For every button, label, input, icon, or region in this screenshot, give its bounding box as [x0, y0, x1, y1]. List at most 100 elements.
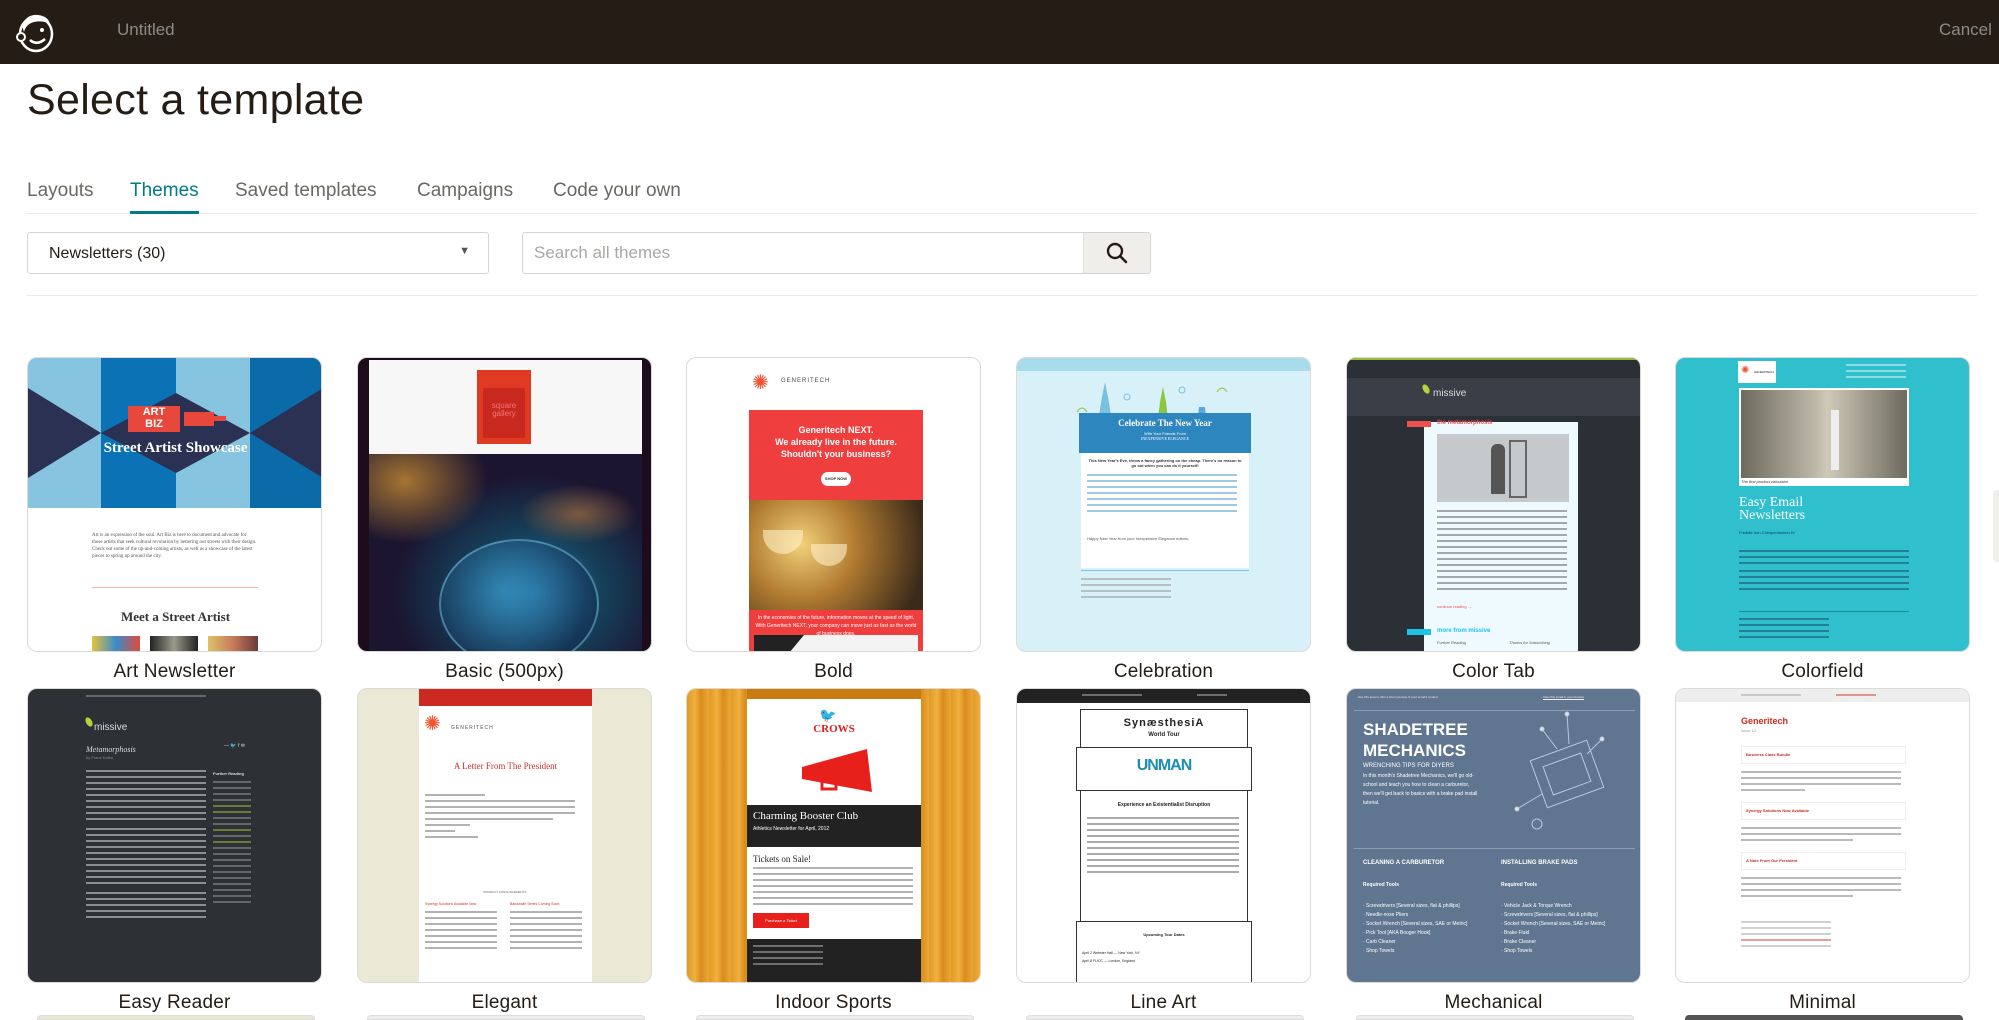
- theme-name: Minimal: [1789, 992, 1856, 1013]
- preview-headline: Easy Email Newsletters: [1739, 495, 1806, 523]
- theme-card-mechanical[interactable]: Use this area to offer a short preview o…: [1346, 688, 1641, 1014]
- theme-card-peek[interactable]: [1026, 1015, 1304, 1020]
- preview-brand: GENERITECH: [451, 725, 494, 731]
- preview-section: Tickets on Sale!: [753, 854, 812, 864]
- preview-band-logo: UNMAN: [1136, 757, 1193, 774]
- tab-themes[interactable]: Themes: [130, 180, 199, 214]
- preview-tool-item: · Pick Tool [AKA Booger Hook]: [1363, 930, 1431, 936]
- search-icon: [1106, 242, 1128, 264]
- illustration-image: [1437, 434, 1569, 502]
- theme-thumbnail[interactable]: ART BIZ Street Artist Showcase Art is an…: [27, 357, 322, 652]
- preview-dates-title: Upcoming Tour Dates: [1143, 932, 1185, 937]
- preview-headline: Metamorphosis: [86, 745, 136, 754]
- engine-diagram-icon: [1514, 711, 1605, 830]
- theme-card-peek[interactable]: [1685, 1015, 1963, 1020]
- logo-text: ART: [142, 406, 166, 418]
- search-input[interactable]: [523, 233, 1084, 273]
- preview-headline: Generitech NEXT. We already live in the …: [775, 425, 897, 459]
- theme-card-peek[interactable]: [367, 1015, 645, 1020]
- theme-thumbnail[interactable]: 🐦 CROWS Charming Booster Club Athletics …: [686, 688, 981, 983]
- theme-card-elegant[interactable]: ✺ GENERITECH A Letter From The President…: [357, 688, 652, 1014]
- theme-thumbnail[interactable]: Generitech Issue 12 Business Class Bundl…: [1675, 688, 1970, 983]
- preview-brand: GENERITECH: [781, 378, 831, 384]
- theme-thumbnail[interactable]: Celebrate The New Year With Your Friends…: [1016, 357, 1311, 652]
- theme-card-peek[interactable]: [37, 1015, 315, 1020]
- preview-section: Synergy Solutions Now Available: [1746, 808, 1810, 813]
- preview-tools-label: Required Tools: [1363, 882, 1400, 888]
- logo-text: BIZ: [145, 418, 163, 430]
- template-tabs: Layouts Themes Saved templates Campaigns…: [27, 176, 1977, 214]
- document-title[interactable]: Untitled: [117, 20, 175, 40]
- champagne-image: [749, 500, 923, 610]
- preview-tool-item: · Shop Towels: [1501, 948, 1533, 954]
- preview-headline: Street Artist Showcase: [103, 440, 248, 456]
- preview-byline: Freddie Von Chimpenheimer IV: [1739, 530, 1795, 535]
- chevron-down-icon: ▼: [459, 245, 470, 257]
- preview-subhead: INEXPENSIVE ELEGANCE: [1140, 436, 1190, 441]
- square-gallery-logo: square gallery: [477, 370, 531, 444]
- theme-card-line-art[interactable]: SynæsthesiA World Tour UNMAN Experience …: [1016, 688, 1311, 1014]
- preview-preheader: Use this area to offer a short preview o…: [1358, 695, 1439, 699]
- tab-saved-templates[interactable]: Saved templates: [235, 180, 377, 214]
- preview-tagline: WRENCHING TIPS FOR DIYERS: [1363, 763, 1454, 769]
- preview-byline: by Franz Kafka: [86, 755, 113, 760]
- theme-card-peek[interactable]: [1356, 1015, 1634, 1020]
- theme-card-color-tab[interactable]: missive the metamorphosis continue readi…: [1346, 357, 1641, 683]
- server-room-photo: [1741, 390, 1907, 478]
- theme-card-bold[interactable]: ✺ GENERITECH Generitech NEXT. We already…: [686, 357, 981, 683]
- preview-tool-item: · Socket Wrench [Several sizes, SAE or M…: [1363, 921, 1468, 927]
- theme-card-celebration[interactable]: Celebrate The New Year With Your Friends…: [1016, 357, 1311, 683]
- cancel-button[interactable]: Cancel: [1939, 20, 1999, 40]
- generitech-logo-icon: ✺: [752, 372, 769, 394]
- section-divider: [27, 295, 1977, 296]
- preview-date: April 8 FLICC — London, England: [1082, 959, 1135, 963]
- tab-campaigns[interactable]: Campaigns: [417, 180, 513, 214]
- preview-headline: Celebrate The New Year: [1118, 418, 1212, 428]
- theme-card-easy-reader[interactable]: missive Metamorphosis by Franz Kafka — 🐦…: [27, 688, 322, 1014]
- scroll-handle[interactable]: [1993, 490, 1999, 562]
- preview-button: SHOP NOW: [821, 472, 851, 486]
- tab-code-your-own[interactable]: Code your own: [553, 180, 681, 214]
- top-bar: Untitled Cancel: [0, 0, 1999, 64]
- megaphone-icon: [802, 749, 872, 792]
- preview-issue: Issue 12: [1741, 728, 1757, 733]
- theme-name: Indoor Sports: [775, 992, 892, 1013]
- theme-card-art-newsletter[interactable]: ART BIZ Street Artist Showcase Art is an…: [27, 357, 322, 683]
- preview-caption: The first product calculator: [1741, 479, 1789, 484]
- generitech-logo-icon: ✺: [424, 713, 441, 735]
- theme-thumbnail[interactable]: missive Metamorphosis by Franz Kafka — 🐦…: [27, 688, 322, 983]
- preview-sidebar-title: Further Reading: [213, 771, 244, 776]
- preview-subhead: Athletics Newsletter for April, 2012: [753, 826, 830, 832]
- preview-tool-item: · Brake Cleaner: [1501, 939, 1537, 945]
- theme-thumbnail[interactable]: ✺ GENERITECH The first product calculato…: [1675, 357, 1970, 652]
- theme-card-indoor-sports[interactable]: 🐦 CROWS Charming Booster Club Athletics …: [686, 688, 981, 1014]
- preview-brand: CROWS: [813, 723, 855, 735]
- preview-section-title: Meet a Street Artist: [120, 609, 231, 624]
- search-button[interactable]: [1083, 233, 1150, 273]
- page-title: Select a template: [27, 76, 365, 124]
- leaf-icon: [83, 716, 95, 728]
- theme-card-colorfield[interactable]: ✺ GENERITECH The first product calculato…: [1675, 357, 1970, 683]
- preview-tool-item: · Carb Cleaner: [1363, 939, 1396, 945]
- theme-thumbnail[interactable]: Use this area to offer a short preview o…: [1346, 688, 1641, 983]
- theme-thumbnail[interactable]: missive the metamorphosis continue readi…: [1346, 357, 1641, 652]
- theme-card-minimal[interactable]: Generitech Issue 12 Business Class Bundl…: [1675, 688, 1970, 1014]
- preview-tool-item: · Socket Wrench [Several sizes, SAE or M…: [1501, 921, 1606, 927]
- theme-card-basic-500px[interactable]: square gallery Basic (500px): [357, 357, 652, 683]
- theme-thumbnail[interactable]: ✺ GENERITECH A Letter From The President…: [357, 688, 652, 983]
- category-select[interactable]: Newsletters (30) ▼: [27, 232, 489, 274]
- theme-thumbnail[interactable]: square gallery: [357, 357, 652, 652]
- preview-tool-item: · Needle-nose Pliers: [1363, 912, 1409, 918]
- mailchimp-logo-icon[interactable]: [12, 8, 60, 56]
- preview-brand: Generitech: [1741, 716, 1789, 726]
- theme-thumbnail[interactable]: ✺ GENERITECH Generitech NEXT. We already…: [686, 357, 981, 652]
- preview-date: April 2 Webster Hall — New York, NY: [1082, 951, 1140, 955]
- tab-layouts[interactable]: Layouts: [27, 180, 94, 214]
- theme-card-peek[interactable]: [696, 1015, 974, 1020]
- preview-body: Art is an expression of the soul. Art Bi…: [92, 533, 257, 559]
- preview-subhead: World Tour: [1148, 732, 1180, 738]
- theme-search: [522, 232, 1151, 274]
- preview-headline: Charming Booster Club: [753, 810, 859, 822]
- art-biz-logo: ART BIZ: [118, 406, 233, 434]
- theme-thumbnail[interactable]: SynæsthesiA World Tour UNMAN Experience …: [1016, 688, 1311, 983]
